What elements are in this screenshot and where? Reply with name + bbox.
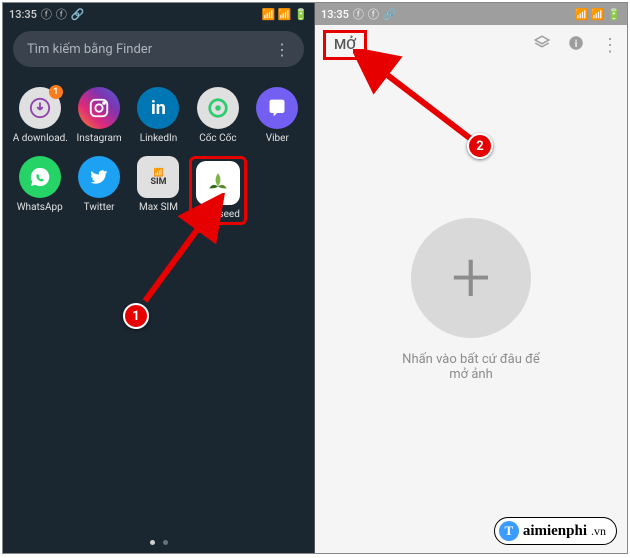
open-image-area[interactable]: + Nhấn vào bất cứ đâu để mở ảnh bbox=[393, 218, 549, 382]
svg-text:i: i bbox=[575, 39, 578, 50]
app-whatsapp[interactable]: WhatsApp bbox=[11, 156, 68, 225]
dot-active bbox=[150, 540, 155, 545]
status-bar: 13:35 ⓕ ⓕ 🔗 📶 📶 🔋 bbox=[315, 3, 627, 25]
link-icon: 🔗 bbox=[71, 8, 85, 21]
status-icons: 📶 📶 🔋 bbox=[574, 8, 621, 21]
watermark-logo: T bbox=[499, 521, 519, 541]
watermark-site: aimienphi bbox=[523, 523, 587, 540]
app-twitter[interactable]: Twitter bbox=[70, 156, 127, 225]
open-hint-text: Nhấn vào bất cứ đâu để mở ảnh bbox=[393, 352, 549, 382]
app-label: Viber bbox=[266, 133, 289, 144]
app-snapseed[interactable]: Snapseed bbox=[189, 156, 246, 225]
status-time: 13:35 bbox=[321, 8, 349, 21]
app-label: WhatsApp bbox=[17, 202, 63, 213]
whatsapp-icon bbox=[19, 156, 61, 198]
app-label: Instagram bbox=[77, 133, 122, 144]
step-badge-1: 1 bbox=[123, 303, 149, 329]
snapseed-open-screen: 13:35 ⓕ ⓕ 🔗 📶 📶 🔋 MỞ i ⋮ + bbox=[315, 3, 627, 553]
snapseed-toolbar: MỞ i ⋮ bbox=[315, 25, 627, 65]
watermark-ext: .vn bbox=[591, 524, 606, 539]
facebook-icon: ⓕ bbox=[368, 6, 379, 22]
maxsim-icon: 📶 SIM bbox=[137, 156, 179, 198]
app-linkedin[interactable]: in LinkedIn bbox=[130, 87, 187, 144]
app-label: A download… bbox=[13, 133, 67, 144]
dot bbox=[163, 540, 168, 545]
app-label: Cốc Cốc bbox=[199, 133, 236, 144]
open-button[interactable]: MỞ bbox=[323, 30, 367, 60]
app-instagram[interactable]: Instagram bbox=[70, 87, 127, 144]
coccoc-icon bbox=[197, 87, 239, 129]
more-icon[interactable]: ⋮ bbox=[601, 35, 619, 56]
app-label: Twitter bbox=[84, 202, 115, 213]
app-label: Snapseed bbox=[196, 209, 240, 220]
facebook-icon: ⓕ bbox=[41, 6, 52, 22]
app-viber[interactable]: Viber bbox=[249, 87, 306, 144]
page-indicator bbox=[150, 540, 168, 545]
info-icon[interactable]: i bbox=[567, 34, 585, 56]
status-bar: 13:35 ⓕ ⓕ 🔗 📶 📶 🔋 bbox=[3, 3, 314, 25]
status-time: 13:35 bbox=[9, 8, 37, 21]
instagram-icon bbox=[78, 87, 120, 129]
viber-icon bbox=[256, 87, 298, 129]
linkedin-icon: in bbox=[137, 87, 179, 129]
finder-search[interactable]: Tìm kiếm bằng Finder ⋮ bbox=[13, 31, 304, 67]
layers-icon[interactable] bbox=[533, 34, 551, 56]
app-label: LinkedIn bbox=[140, 133, 178, 144]
link-icon: 🔗 bbox=[383, 8, 397, 21]
facebook-icon: ⓕ bbox=[56, 6, 67, 22]
facebook-icon: ⓕ bbox=[353, 6, 364, 22]
step-badge-2: 2 bbox=[467, 133, 493, 159]
app-drawer-screen: 13:35 ⓕ ⓕ 🔗 📶 📶 🔋 Tìm kiếm bằng Finder ⋮… bbox=[3, 3, 315, 553]
snapseed-icon bbox=[196, 161, 240, 205]
app-maxsim[interactable]: 📶 SIM Max SIM bbox=[130, 156, 187, 225]
search-more-icon[interactable]: ⋮ bbox=[274, 40, 290, 59]
app-grid: 1 A download… Instagram in LinkedIn Cốc … bbox=[3, 73, 314, 225]
app-adownloader[interactable]: 1 A download… bbox=[11, 87, 68, 144]
status-icons: 📶 📶 🔋 bbox=[261, 8, 308, 21]
notification-badge: 1 bbox=[49, 85, 63, 99]
download-icon: 1 bbox=[19, 87, 61, 129]
app-label: Max SIM bbox=[139, 202, 178, 213]
twitter-icon bbox=[78, 156, 120, 198]
search-placeholder: Tìm kiếm bằng Finder bbox=[27, 42, 152, 57]
watermark: T aimienphi .vn bbox=[494, 517, 617, 545]
app-coccoc[interactable]: Cốc Cốc bbox=[189, 87, 246, 144]
plus-icon: + bbox=[411, 218, 531, 338]
